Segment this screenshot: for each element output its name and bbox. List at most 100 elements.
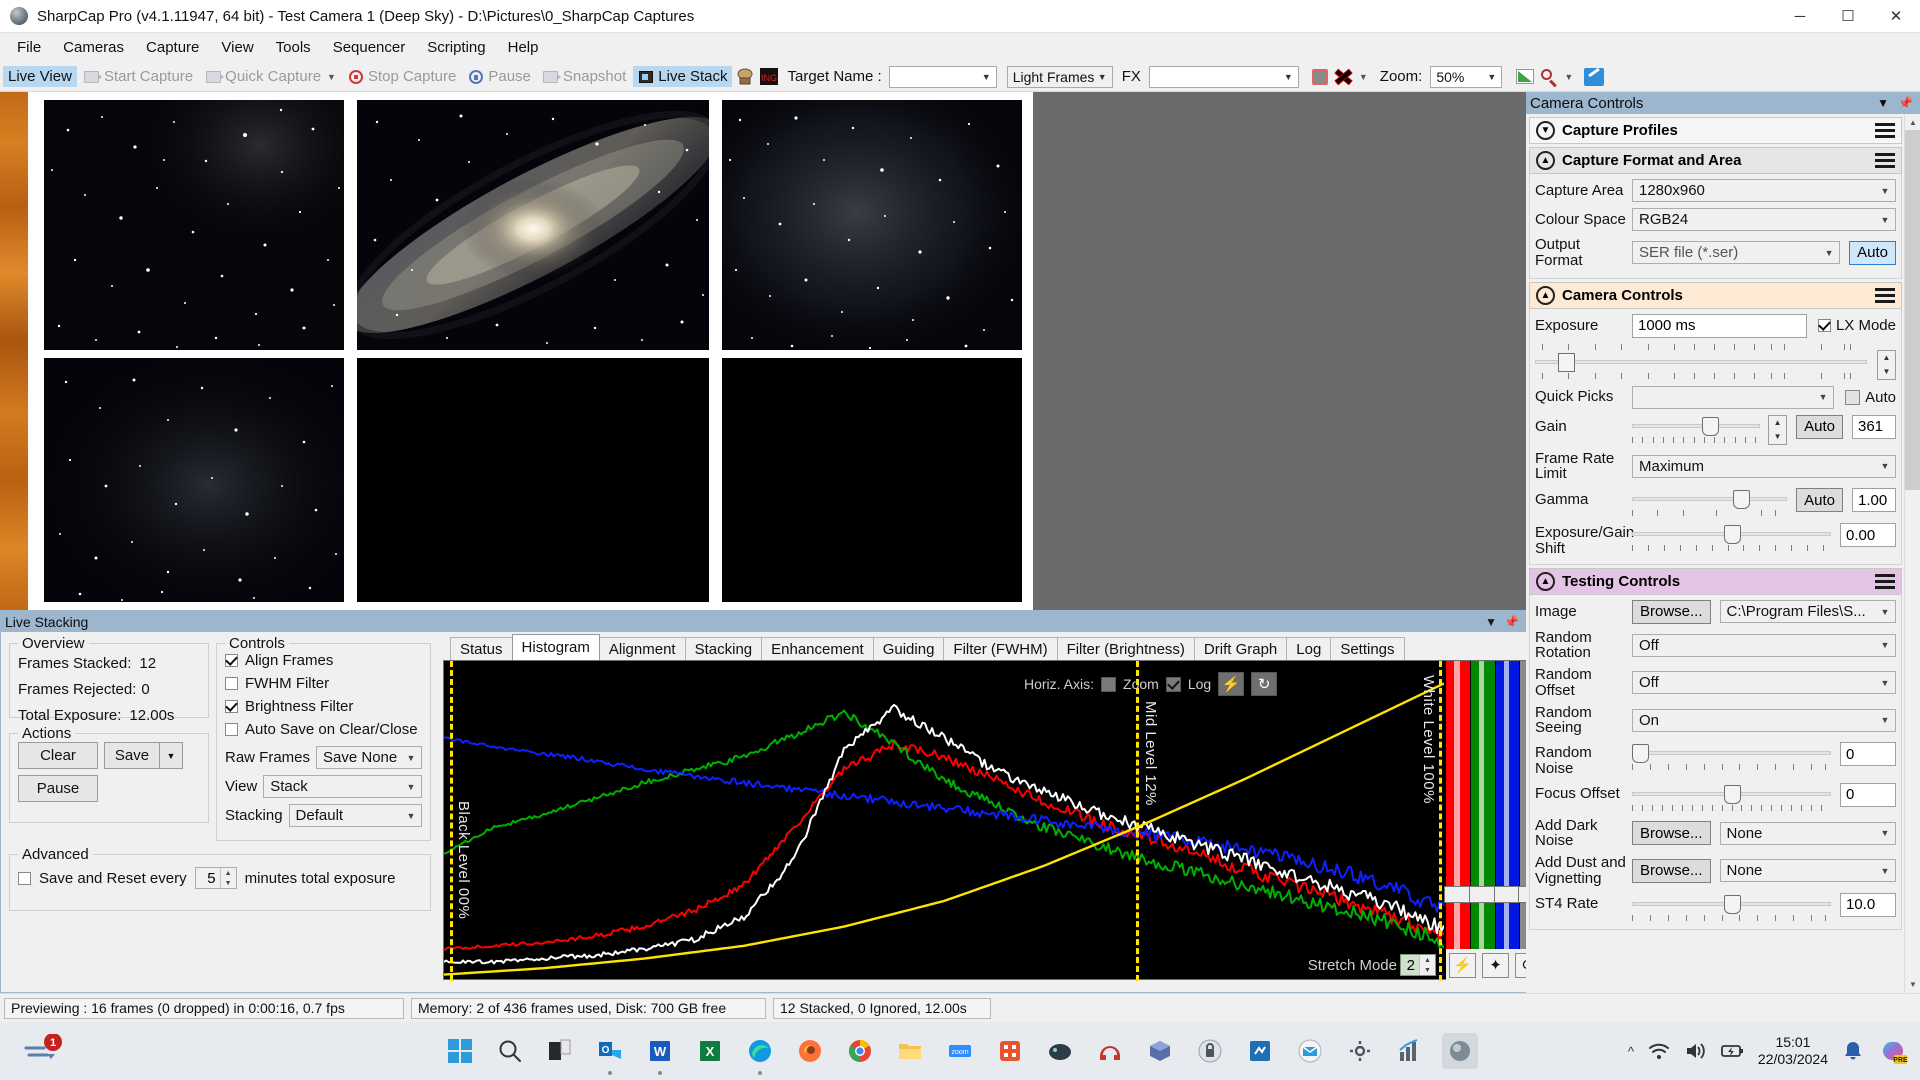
gamma-value-input[interactable]: 1.00 <box>1852 488 1896 512</box>
tab-alignment[interactable]: Alignment <box>598 637 686 660</box>
save-dropdown-icon[interactable]: ▼ <box>159 742 183 769</box>
menu-icon[interactable] <box>1875 153 1895 168</box>
app-mail-icon[interactable] <box>1292 1033 1328 1069</box>
focus-offset-value-input[interactable]: 0 <box>1840 782 1896 807</box>
stacking-select[interactable]: Default ▼ <box>288 804 422 827</box>
shift-value-input[interactable]: 0.00 <box>1840 523 1896 547</box>
firefox-icon[interactable] <box>792 1033 828 1069</box>
app-music-icon[interactable] <box>1092 1033 1128 1069</box>
select-area-icon[interactable] <box>1309 66 1331 88</box>
exposure-input[interactable]: 1000 ms <box>1632 313 1807 338</box>
mid-level-line[interactable] <box>1136 661 1139 981</box>
app-teal-icon[interactable] <box>1042 1033 1078 1069</box>
slider-thumb[interactable] <box>1702 416 1720 436</box>
app-shield-icon[interactable] <box>1192 1033 1228 1069</box>
stepper-up-icon[interactable]: ▲ <box>1769 416 1786 430</box>
battery-charging-icon[interactable] <box>1720 1041 1744 1061</box>
gamma-auto-button[interactable]: Auto <box>1796 488 1843 512</box>
chevron-down-icon[interactable]: ▼ <box>1281 72 1296 82</box>
tab-settings[interactable]: Settings <box>1330 637 1405 660</box>
menu-view[interactable]: View <box>210 36 264 59</box>
tab-stacking[interactable]: Stacking <box>684 637 763 660</box>
random-noise-slider[interactable] <box>1632 742 1831 764</box>
app-blue-icon[interactable] <box>1242 1033 1278 1069</box>
chevron-down-icon[interactable]: ▼ <box>1095 72 1110 82</box>
menu-icon[interactable] <box>1875 573 1895 589</box>
quick-capture-button[interactable]: Quick Capture ▼ <box>200 66 341 87</box>
blue-bar-handle[interactable] <box>1493 886 1522 903</box>
image-preview-area[interactable] <box>0 92 1526 610</box>
scroll-up-icon[interactable]: ▲ <box>1905 114 1920 131</box>
align-frames-checkbox[interactable]: Align Frames <box>225 652 422 669</box>
raw-frames-select[interactable]: Save None ▼ <box>316 746 422 769</box>
ing-icon[interactable]: ING <box>758 66 780 88</box>
dock-pin-icon[interactable]: 📌 <box>1898 96 1913 110</box>
menu-sequencer[interactable]: Sequencer <box>322 36 417 59</box>
dark-noise-select[interactable]: None ▼ <box>1719 821 1896 845</box>
gain-stepper[interactable]: ▲ ▼ <box>1768 414 1788 445</box>
app-orange-icon[interactable] <box>992 1033 1028 1069</box>
quick-picks-select[interactable]: ▼ <box>1632 385 1835 409</box>
live-stack-button[interactable]: Live Stack <box>633 66 733 87</box>
star-stretch-icon[interactable]: ✦ <box>1482 952 1509 978</box>
random-seeing-select[interactable]: On ▼ <box>1632 708 1896 732</box>
copilot-icon[interactable]: PRE <box>1878 1036 1908 1066</box>
histogram-plot[interactable]: Black Level 00% Mid Level 12% White Leve… <box>444 661 1444 981</box>
zoom-search-icon[interactable] <box>1538 66 1560 88</box>
focus-offset-slider[interactable] <box>1632 783 1831 805</box>
app-box-icon[interactable] <box>1142 1033 1178 1069</box>
auto-stretch-icon[interactable]: ⚡ <box>1449 952 1476 978</box>
menu-file[interactable]: File <box>6 36 52 59</box>
menu-cameras[interactable]: Cameras <box>52 36 135 59</box>
app-chart-icon[interactable] <box>1392 1033 1428 1069</box>
excel-icon[interactable]: X <box>692 1033 728 1069</box>
tab-drift-graph[interactable]: Drift Graph <box>1193 637 1288 660</box>
chrome-icon[interactable] <box>842 1033 878 1069</box>
dock-dropdown-icon[interactable]: ▼ <box>1877 96 1889 110</box>
panel-pin-icon[interactable]: 📌 <box>1504 615 1519 629</box>
target-name-input[interactable]: ▼ <box>888 65 997 88</box>
wifi-icon[interactable] <box>1648 1041 1670 1061</box>
tab-filter-brightness[interactable]: Filter (Brightness) <box>1056 637 1195 660</box>
frame-rate-select[interactable]: Maximum ▼ <box>1632 454 1896 478</box>
dock-scrollbar[interactable]: ▲ ▼ <box>1904 114 1920 993</box>
maximize-button[interactable]: ☐ <box>1824 0 1872 33</box>
random-rotation-select[interactable]: Off ▼ <box>1632 633 1896 657</box>
view-select[interactable]: Stack ▼ <box>263 775 422 798</box>
tab-filter-fwhm[interactable]: Filter (FWHM) <box>943 637 1058 660</box>
dark-noise-browse-button[interactable]: Browse... <box>1632 821 1711 846</box>
tab-guiding[interactable]: Guiding <box>872 637 945 660</box>
clear-button[interactable]: Clear <box>18 742 98 769</box>
dust-select[interactable]: None ▼ <box>1719 859 1896 883</box>
save-reset-checkbox[interactable] <box>18 871 31 885</box>
image-browse-button[interactable]: Browse... <box>1632 599 1711 624</box>
exposure-gain-shift-slider[interactable] <box>1632 523 1831 545</box>
chevron-down-icon[interactable]: ▼ <box>1484 72 1499 82</box>
green-bar-handle[interactable] <box>1468 886 1497 903</box>
green-level-bar[interactable] <box>1468 661 1497 961</box>
reset-icon[interactable]: ↻ <box>1251 672 1278 696</box>
telescope-icon[interactable] <box>734 66 756 88</box>
slider-thumb[interactable] <box>1632 744 1649 763</box>
st4-rate-slider[interactable] <box>1632 893 1831 915</box>
clear-selection-icon[interactable] <box>1333 66 1355 88</box>
auto-save-checkbox[interactable]: Auto Save on Clear/Close <box>225 721 422 738</box>
capture-area-select[interactable]: 1280x960 ▼ <box>1632 179 1896 202</box>
slider-thumb[interactable] <box>1732 490 1750 509</box>
menu-scripting[interactable]: Scripting <box>416 36 496 59</box>
black-level-line[interactable] <box>450 661 453 981</box>
gain-auto-button[interactable]: Auto <box>1796 414 1843 439</box>
tab-log[interactable]: Log <box>1286 637 1332 660</box>
save-button[interactable]: Save <box>104 742 159 769</box>
snapshot-button[interactable]: Snapshot <box>538 66 631 87</box>
tab-status[interactable]: Status <box>450 637 513 660</box>
zoom-icon[interactable]: zoom <box>942 1033 978 1069</box>
chevron-up-icon[interactable]: ▲ <box>1536 285 1555 305</box>
pause-stacking-button[interactable]: Pause <box>18 775 98 802</box>
scroll-down-icon[interactable]: ▼ <box>1905 976 1920 993</box>
menu-icon[interactable] <box>1875 287 1895 303</box>
frame-type-select[interactable]: Light Frames ▼ <box>1006 65 1113 88</box>
section-capture-profiles[interactable]: ▼ Capture Profiles <box>1529 117 1902 144</box>
section-testing-controls[interactable]: ▲ Testing Controls <box>1529 567 1902 595</box>
output-format-auto-button[interactable]: Auto <box>1849 240 1896 265</box>
